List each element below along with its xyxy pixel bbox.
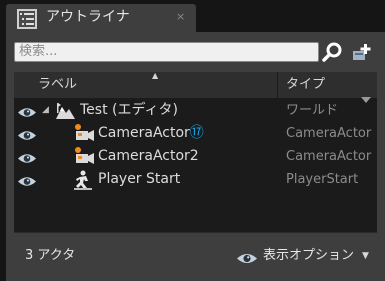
list-item[interactable]: CameraActor2 CameraActor [14, 145, 377, 168]
list-header: ラベル ▲ タイプ [14, 71, 377, 103]
actor-list: ラベル ▲ タイプ ◢ Test (エディタ) ワールド CameraActor… [14, 72, 377, 232]
expand-arrow-icon[interactable]: ◢ [42, 104, 49, 116]
actor-label: CameraActor2 [98, 148, 199, 164]
view-options-button[interactable]: 表示オプション ▼ [236, 247, 376, 265]
actor-label: Test (エディタ) [80, 102, 178, 118]
search-placeholder: 検索... [19, 44, 58, 59]
player-start-icon [72, 169, 94, 195]
eye-visibility-icon[interactable] [17, 104, 37, 123]
actor-type: CameraActor [286, 126, 372, 141]
eye-icon [236, 250, 258, 269]
search-input[interactable]: 検索... [14, 42, 319, 62]
tab-bar: アウトライナ × [0, 0, 385, 32]
search-button[interactable] [321, 42, 343, 62]
chevron-down-icon: ▼ [362, 251, 369, 261]
add-filter-button[interactable] [351, 42, 373, 62]
column-label-header[interactable]: ラベル [38, 77, 77, 93]
actor-count-label: 3 アクタ [25, 248, 76, 263]
view-options-label: 表示オプション [263, 248, 355, 263]
outliner-list-icon [16, 8, 38, 34]
search-icon [321, 42, 343, 66]
outliner-panel: 検索... ラベル ▲ タイプ ◢ Test (エディタ) ワールド Camer… [6, 32, 385, 281]
column-type-header[interactable]: タイプ [286, 77, 325, 93]
list-item[interactable]: ◢ Test (エディタ) ワールド [14, 99, 377, 122]
footer-divider [14, 232, 377, 233]
eye-visibility-icon[interactable] [17, 173, 37, 192]
sort-ascending-icon: ▲ [152, 71, 159, 80]
tab-close-button[interactable]: × [176, 10, 185, 24]
list-item[interactable]: CameraActor⑰ CameraActor [14, 122, 377, 145]
actor-type: ワールド [286, 103, 339, 118]
eye-visibility-icon[interactable] [17, 127, 37, 146]
tab-title: アウトライナ [46, 9, 130, 25]
column-divider[interactable] [277, 72, 278, 98]
add-filter-icon [351, 44, 373, 66]
actor-label: CameraActor⑰ [98, 125, 204, 141]
actor-type: CameraActor [286, 149, 372, 164]
actor-label: Player Start [98, 171, 181, 187]
tab-outliner[interactable]: アウトライナ × [6, 4, 196, 32]
eye-visibility-icon[interactable] [17, 150, 37, 169]
actor-type: PlayerStart [286, 172, 359, 187]
list-item[interactable]: Player Start PlayerStart [14, 168, 377, 191]
actor-count-badge: ⑰ [189, 125, 204, 141]
